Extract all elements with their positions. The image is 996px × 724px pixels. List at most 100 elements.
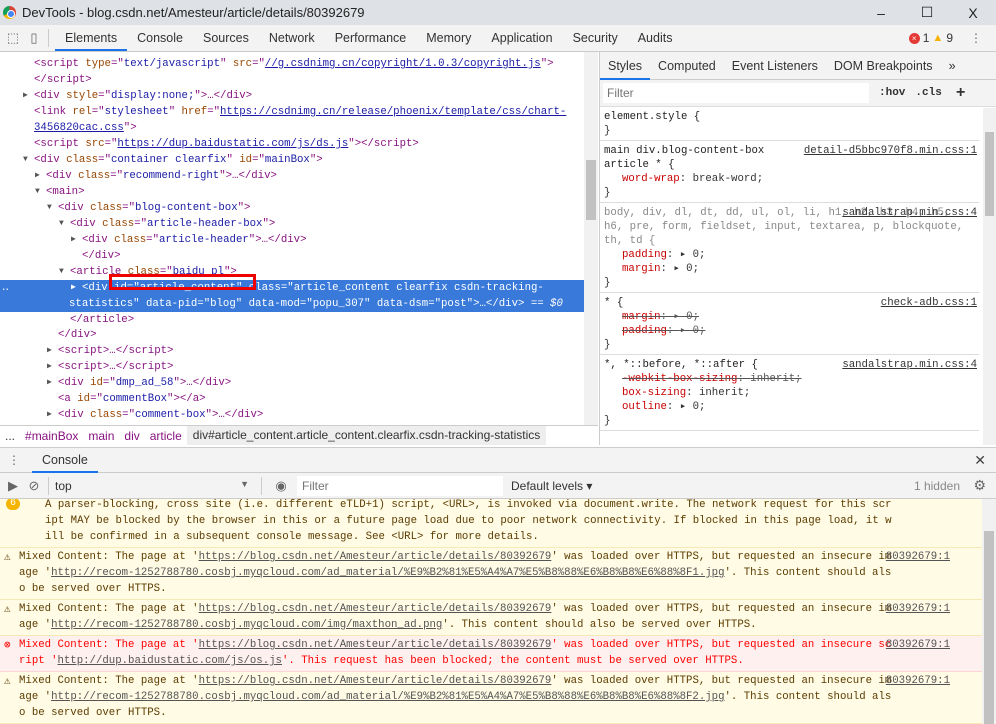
rule-source-link[interactable]: check-adb.css:1 (881, 296, 977, 310)
dom-node[interactable]: </div> (0, 327, 584, 343)
rule-source-link[interactable]: sandalstrap.min.css:4 (842, 206, 977, 220)
elements-tree[interactable]: <script type="text/javascript" src="//g.… (0, 52, 598, 425)
breadcrumb-item[interactable]: article (145, 429, 187, 443)
rule-source-link[interactable]: sandalstrap.min.css:4 (842, 358, 977, 372)
css-property[interactable]: margin: ▸ 0; (604, 262, 975, 276)
css-property[interactable]: padding: ▸ 0; (604, 248, 975, 262)
expand-arrow-icon[interactable]: ▶ (23, 88, 28, 104)
breadcrumb-item[interactable]: div#article_content.article_content.clea… (186, 426, 547, 445)
message-source-link[interactable]: 80392679:1 (886, 549, 950, 565)
message-source-link[interactable]: 80392679:1 (886, 601, 950, 617)
dom-node[interactable]: ▶ <script>…</script> (0, 343, 584, 359)
log-levels-dropdown[interactable]: Default levels ▾ (511, 479, 592, 493)
expand-arrow-icon[interactable]: ▶ (47, 375, 52, 391)
tab-audits[interactable]: Audits (628, 25, 683, 51)
expand-arrow-icon[interactable]: ▶ (47, 343, 52, 359)
dom-node[interactable]: ▶ <div class="article-header">…</div> (0, 232, 584, 248)
dom-node[interactable]: ▼ <article class="baidu_pl"> (0, 264, 584, 280)
styles-tab-0[interactable]: Styles (600, 52, 651, 80)
breadcrumb-item[interactable]: ... (0, 429, 20, 443)
message-link[interactable]: http://recom-1252788780.cosbj.myqcloud.c… (51, 567, 724, 579)
message-link[interactable]: http://recom-1252788780.cosbj.myqcloud.c… (51, 619, 442, 631)
console-scrollbar[interactable] (982, 499, 996, 724)
message-link[interactable]: https://blog.csdn.net/Amesteur/article/d… (199, 551, 552, 563)
dom-node[interactable]: ▼ <div class="container clearfix" id="mai… (0, 152, 584, 168)
selected-dom-node[interactable]: statistics" data-pid="blog" data-mod="po… (0, 296, 584, 312)
tab-performance[interactable]: Performance (325, 25, 417, 51)
breadcrumb-item[interactable]: div (119, 429, 144, 443)
breadcrumb-item[interactable]: #mainBox (20, 429, 83, 443)
tab-sources[interactable]: Sources (193, 25, 259, 51)
dom-node[interactable]: <a id="commentBox"></a> (0, 391, 584, 407)
collapse-arrow-icon[interactable]: ▼ (59, 264, 64, 280)
dom-node[interactable]: ▶ <div class="recommend-right">…</div> (0, 168, 584, 184)
ellipsis-icon[interactable]: ‥ (2, 280, 9, 296)
tab-application[interactable]: Application (481, 25, 562, 51)
message-source-link[interactable]: 80392679:1 (886, 637, 950, 653)
live-expression-eye-icon[interactable]: ◉ (273, 478, 289, 494)
dom-node[interactable]: ▶ <script>…</script> (0, 359, 584, 375)
sidebar-toggle-icon[interactable]: ▶ (5, 478, 21, 494)
more-menu-icon[interactable]: ⋮ (970, 31, 982, 45)
expand-arrow-icon[interactable]: ▶ (47, 359, 52, 375)
message-link[interactable]: https://blog.csdn.net/Amesteur/article/d… (199, 639, 552, 651)
close-drawer-icon[interactable]: ✕ (974, 452, 986, 469)
tab-network[interactable]: Network (259, 25, 325, 51)
css-property[interactable]: -webkit-box-sizing: inherit; (604, 372, 975, 386)
dom-node[interactable]: <script type="text/javascript" src="//g.… (0, 56, 584, 72)
selected-dom-node[interactable]: ▶ <div id="article_content" class="articl… (0, 280, 584, 296)
device-toolbar-icon[interactable]: ▯ (26, 30, 42, 46)
expand-arrow-icon[interactable]: ▶ (71, 280, 76, 296)
clear-console-icon[interactable]: ⊘ (26, 478, 42, 494)
message-link[interactable]: http://recom-1252788780.cosbj.myqcloud.c… (51, 691, 724, 703)
styles-tab-1[interactable]: Computed (650, 52, 724, 80)
dom-node[interactable]: </article> (0, 312, 584, 328)
elements-scrollbar[interactable] (584, 52, 598, 425)
maximize-button[interactable]: ☐ (904, 0, 950, 25)
dom-node[interactable]: </script> (0, 72, 584, 88)
css-property[interactable]: margin: ▸ 0; (604, 310, 975, 324)
console-settings-gear-icon[interactable]: ⚙ (973, 477, 986, 494)
dom-node[interactable]: ▼ <div class="blog-content-box"> (0, 200, 584, 216)
tab-security[interactable]: Security (563, 25, 628, 51)
collapse-arrow-icon[interactable]: ▼ (47, 200, 52, 216)
dom-node[interactable]: ▶ <div class="comment-box">…</div> (0, 407, 584, 423)
styles-filter-input[interactable] (603, 83, 869, 103)
issue-counts[interactable]: × 1 ▲ 9 ⋮ (908, 31, 982, 45)
collapse-arrow-icon[interactable]: ▼ (23, 152, 28, 168)
tab-elements[interactable]: Elements (55, 25, 128, 51)
new-rule-button[interactable]: + (956, 84, 966, 102)
drawer-menu-icon[interactable]: ⋮ (8, 453, 20, 467)
dom-node[interactable]: ▼ <div class="article-header-box"> (0, 216, 584, 232)
css-property[interactable]: box-sizing: inherit; (604, 386, 975, 400)
drawer-tab-console[interactable]: Console (32, 448, 98, 473)
css-property[interactable]: padding: ▸ 0; (604, 324, 975, 338)
expand-arrow-icon[interactable]: ▶ (35, 168, 40, 184)
context-select[interactable]: top ▼ (55, 479, 255, 493)
collapse-arrow-icon[interactable]: ▼ (59, 216, 64, 232)
dom-node[interactable]: ▶ <div id="dmp_ad_58">…</div> (0, 375, 584, 391)
expand-arrow-icon[interactable]: ▶ (71, 232, 76, 248)
tab-console[interactable]: Console (127, 25, 193, 51)
rule-source-link[interactable]: detail-d5bbc970f8.min.css:1 (804, 144, 977, 158)
dom-node[interactable]: </div> (0, 248, 584, 264)
cls-toggle[interactable]: .cls (915, 87, 941, 99)
hov-toggle[interactable]: :hov (879, 87, 905, 99)
dom-node[interactable]: <script src="https://dup.baidustatic.com… (0, 136, 584, 152)
console-filter-input[interactable] (297, 475, 503, 496)
styles-scrollbar[interactable] (983, 108, 996, 445)
breadcrumb-item[interactable]: main (83, 429, 119, 443)
dom-node[interactable]: ▶ <div style="display:none;">…</div> (0, 88, 584, 104)
message-link[interactable]: https://blog.csdn.net/Amesteur/article/d… (199, 603, 552, 615)
tab-memory[interactable]: Memory (416, 25, 481, 51)
minimize-button[interactable]: – (858, 0, 904, 25)
dom-node[interactable]: <link rel="stylesheet" href="https://csd… (0, 104, 584, 120)
message-link[interactable]: http://dup.baidustatic.com/js/os.js (57, 655, 281, 667)
styles-tab-2[interactable]: Event Listeners (724, 52, 826, 80)
inspect-element-icon[interactable]: ⬚ (5, 30, 21, 46)
close-window-button[interactable]: X (950, 0, 996, 25)
message-link[interactable]: https://blog.csdn.net/Amesteur/article/d… (199, 675, 552, 687)
styles-tab-3[interactable]: DOM Breakpoints (826, 52, 941, 80)
dom-node[interactable]: ▼ <main> (0, 184, 584, 200)
message-source-link[interactable]: 80392679:1 (886, 673, 950, 689)
